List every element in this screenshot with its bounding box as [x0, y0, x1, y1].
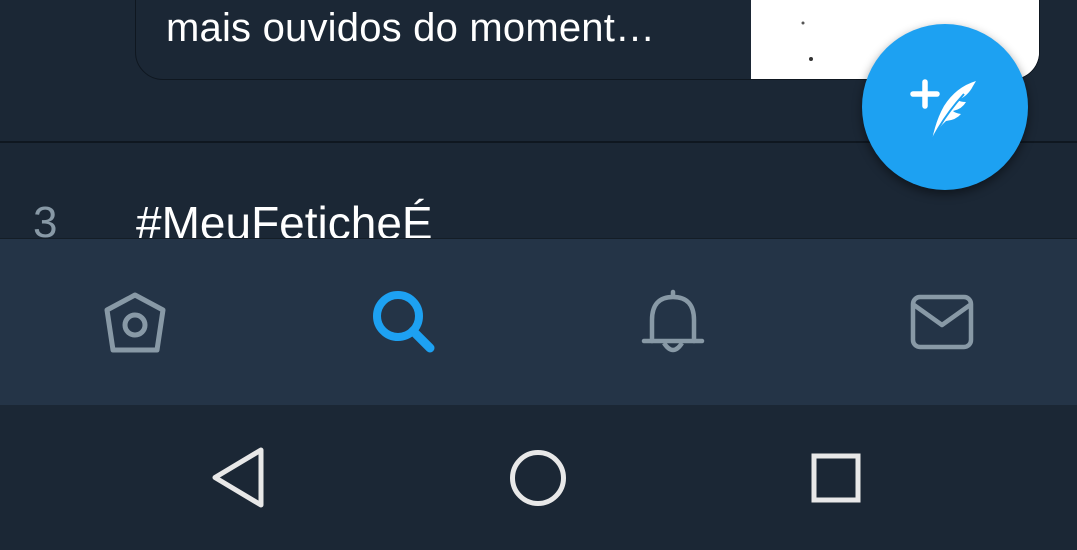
tab-notifications[interactable]: [538, 239, 807, 404]
notifications-bell-icon: [641, 289, 704, 352]
screen: mais ouvidos do moment… 3 #MeuFeticheÉ: [0, 0, 1077, 550]
home-icon: [104, 292, 165, 352]
trend-hashtag[interactable]: #MeuFeticheÉ: [136, 196, 433, 238]
tab-search[interactable]: [269, 239, 538, 404]
card-text: mais ouvidos do moment…: [166, 6, 656, 50]
messages-envelope-icon: [910, 294, 973, 349]
recents-square-icon: [811, 453, 861, 502]
home-circle-icon: [510, 449, 566, 506]
compose-tweet-button[interactable]: [862, 24, 1028, 190]
system-recents-button[interactable]: [756, 405, 916, 550]
tab-messages[interactable]: [807, 239, 1076, 404]
system-back-button[interactable]: [158, 405, 318, 550]
search-icon: [372, 290, 434, 352]
compose-tweet-icon: [910, 79, 976, 141]
system-home-button[interactable]: [458, 405, 618, 550]
tab-home[interactable]: [0, 239, 269, 404]
back-triangle-icon: [212, 447, 264, 507]
system-navigation-bar: [0, 405, 1077, 550]
bottom-tab-bar: [0, 238, 1077, 405]
trend-rank: 3: [33, 198, 58, 238]
